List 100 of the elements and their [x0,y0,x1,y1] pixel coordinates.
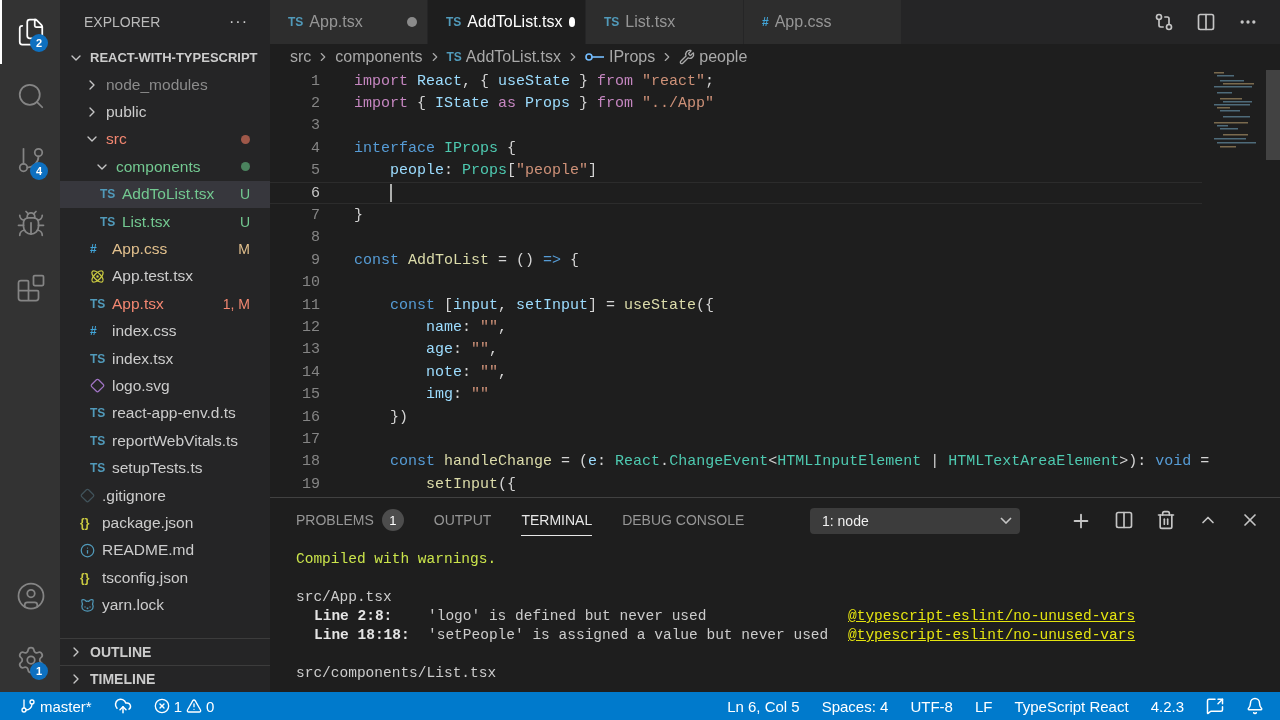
file-name: index.tsx [112,349,175,368]
panel-tab[interactable]: TERMINAL [521,505,593,536]
ts-file-icon: TS [90,461,108,476]
branch-indicator[interactable]: master* [20,697,92,715]
info-icon [80,542,95,558]
extensions-icon [16,273,46,303]
code-line: const handleChange = (e: React.ChangeEvent<HTMLInputElement | HTMLTextAreaElement>): void = [389,453,1210,471]
editor-tab[interactable]: TS AddToList.tsx [428,0,586,44]
code-line: const AddToList = () => { [354,251,580,269]
ts-file-icon: TS [90,433,108,448]
file-item[interactable]: # index.css [60,317,270,345]
file-item[interactable]: App.test.tsx [60,262,270,291]
problems-indicator[interactable]: 1 0 [153,697,215,715]
file-item[interactable]: logo.svg [60,372,270,400]
file-name: App.tsx [112,294,165,313]
cloud-upload-icon[interactable] [113,697,132,715]
status-item[interactable]: 4.2.3 [1150,697,1184,715]
line-number: 7 [310,207,320,225]
panel-tab[interactable]: OUTPUT [433,505,492,536]
terminal-select[interactable]: 1: node [810,507,1020,534]
rule-link[interactable]: @typescript-eslint/no-unused-vars [848,608,1136,627]
panel-tab[interactable]: DEBUG CONSOLE [622,505,745,536]
warning-location: Line 18:18: [313,627,411,645]
search-icon [16,81,46,111]
code-line: const [input, setInput] = useState({ [389,296,715,314]
file-name: List.tsx [122,212,172,231]
file-path: src/App.tsx [296,589,392,607]
breadcrumb-item[interactable]: TS AddToList.tsx [446,48,561,66]
activity-button[interactable]: 4 [0,128,60,192]
trash-icon[interactable] [1156,509,1176,530]
status-item[interactable]: UTF-8 [910,697,953,715]
status-item[interactable]: LF [974,697,993,715]
git-status: M [238,241,250,258]
editor-tab[interactable]: TS List.tsx [586,0,744,44]
breadcrumb-item[interactable]: people [679,48,748,66]
folder-item[interactable]: components [60,153,270,181]
line-number: 9 [310,251,320,269]
split-terminal-icon[interactable] [1114,509,1134,530]
ts-file-icon: TS [100,214,118,229]
file-item[interactable]: TS List.tsx U [60,207,270,236]
file-item[interactable]: .gitignore [60,481,270,510]
feedback-icon[interactable] [1206,697,1224,715]
error-count: 1 [173,697,183,715]
line-number: 15 [301,386,320,404]
branch-icon [20,698,36,714]
file-item[interactable]: # App.css M [60,235,270,263]
git-status: 1, M [222,295,250,312]
status-item[interactable]: TypeScript React [1014,697,1129,715]
code-line: import { IState as Props } from "../App" [354,95,715,113]
file-item[interactable]: TS react-app-env.d.ts [60,399,270,428]
code-line: interface IProps { [354,139,517,157]
code-line: note: "", [425,363,508,381]
breadcrumb-item[interactable]: components [335,48,423,66]
code-line: people: Props["people"] [389,162,598,180]
file-item[interactable]: TS AddToList.tsx U [60,180,270,208]
bug-icon [16,209,46,239]
line-number: 10 [301,274,320,292]
sidebar-title: EXPLORER [84,14,161,30]
line-number: 16 [301,408,320,426]
compare-icon[interactable] [1154,12,1174,32]
account-icon [16,581,46,611]
css-file-icon: # [90,324,108,339]
ts-file-icon: TS [604,15,620,29]
bell-icon[interactable] [1246,697,1264,715]
file-item[interactable]: TS setupTests.ts [60,454,270,482]
error-icon [153,698,170,714]
split-editor-icon[interactable] [1196,12,1216,32]
folder-name: src [106,130,128,149]
status-item[interactable]: Ln 6, Col 5 [727,697,800,715]
folder-item[interactable]: public [60,98,270,126]
breadcrumb-item[interactable]: IProps [585,48,656,66]
folder-item[interactable]: node_modules [60,71,270,99]
panel-tab[interactable]: PROBLEMS 1 [296,505,404,536]
files-icon [16,17,46,47]
scrollbar-thumb[interactable] [1266,70,1280,160]
rule-link[interactable]: @typescript-eslint/no-unused-vars [848,627,1136,646]
tab-label: App.css [774,13,832,31]
editor-tab[interactable]: # App.css [744,0,902,44]
file-item[interactable]: TS App.tsx 1, M [60,290,270,318]
editor-tab[interactable]: TS App.tsx [270,0,428,44]
file-item[interactable]: {} tsconfig.json [60,564,270,592]
file-item[interactable]: {} package.json [60,509,270,537]
line-number: 6 [310,184,320,202]
project-header[interactable]: REACT-WITH-TYPESCRIPT [60,44,270,71]
status-item[interactable]: Spaces: 4 [821,697,889,715]
activity-button[interactable]: 1 [0,628,60,692]
line-number: 3 [310,117,320,135]
folder-item[interactable]: src [60,125,270,154]
file-path: src/components/List.tsx [296,665,497,683]
more-actions-button[interactable]: ··· [229,13,248,31]
cat-icon [80,597,95,613]
file-item[interactable]: README.md [60,536,270,565]
file-name: logo.svg [112,377,171,395]
file-item[interactable]: TS index.tsx [60,344,270,373]
diamond-icon [80,488,95,504]
file-item[interactable]: yarn.lock [60,591,270,619]
warning-message: 'logo' is defined but never used [428,608,708,626]
code-line: img: "" [425,386,490,404]
file-item[interactable]: TS reportWebVitals.ts [60,427,270,455]
breadcrumb-item[interactable]: src [290,48,312,66]
